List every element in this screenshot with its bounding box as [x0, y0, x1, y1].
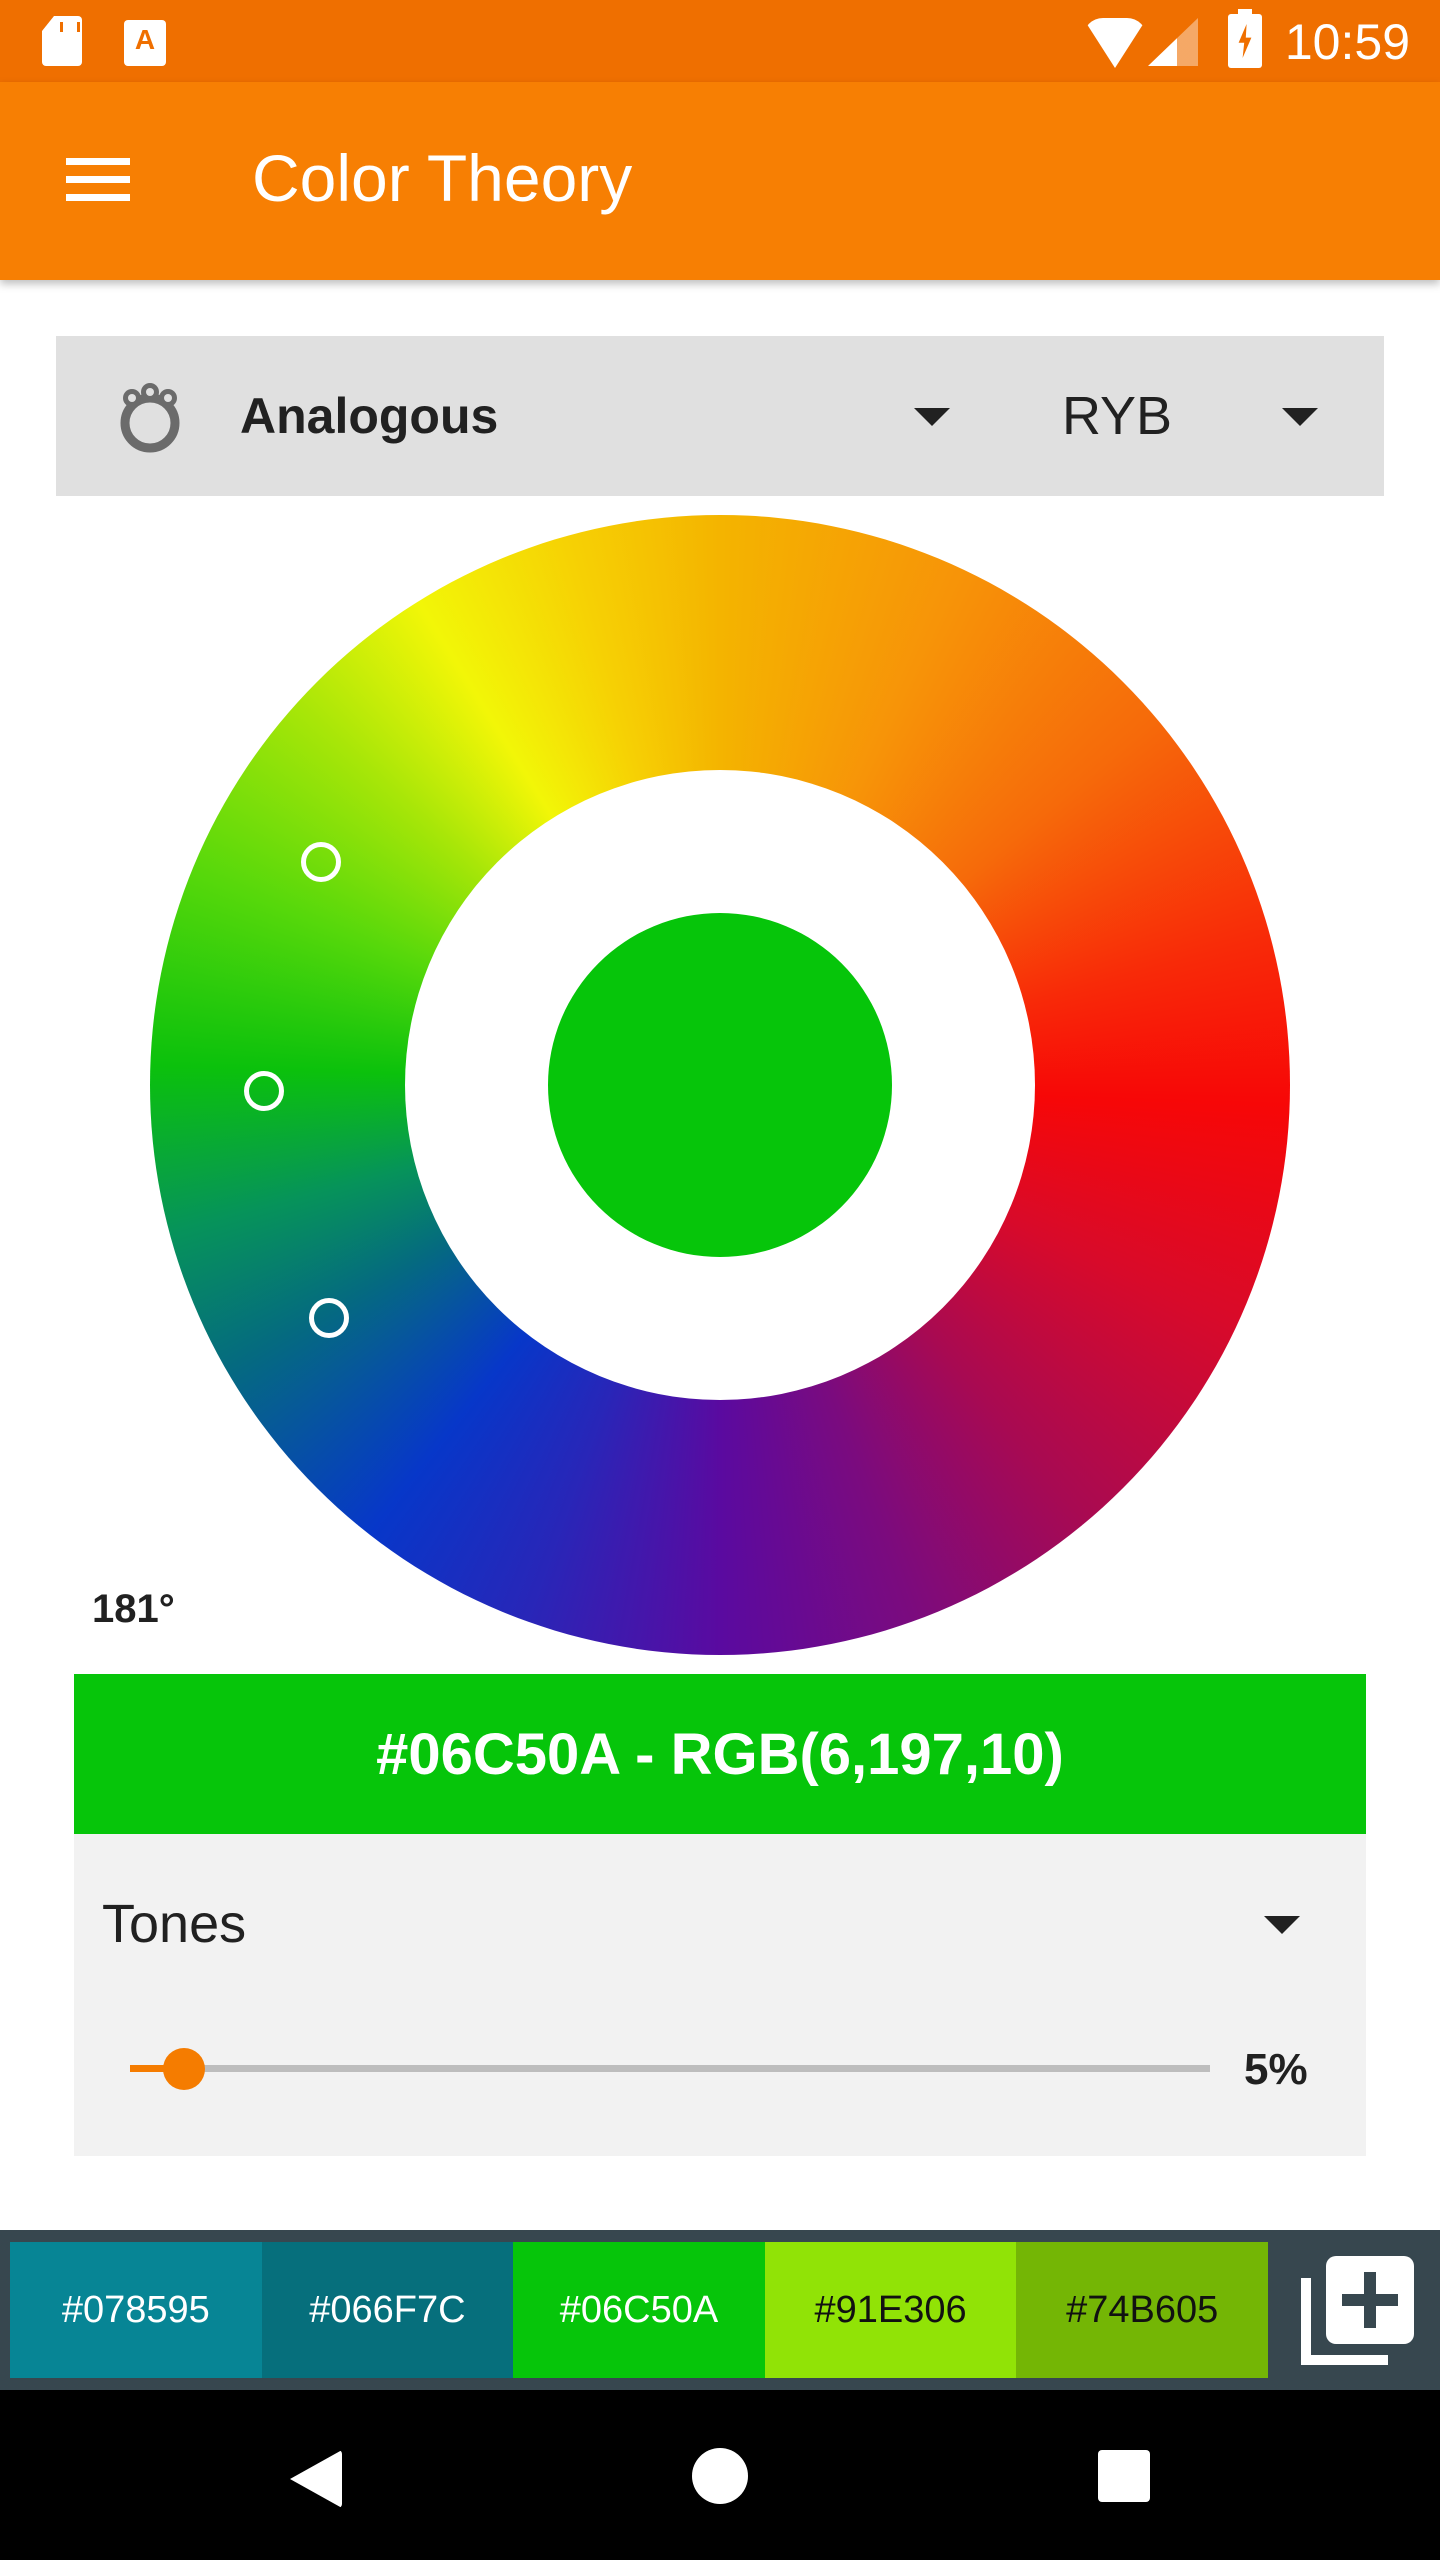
back-icon[interactable] — [290, 2450, 342, 2508]
tones-panel: Tones 5% — [74, 1834, 1366, 2156]
hue-angle-label: 181° — [92, 1587, 175, 1631]
recents-icon[interactable] — [1098, 2450, 1150, 2502]
color-marker[interactable] — [301, 842, 341, 882]
analogous-ring-icon — [120, 383, 180, 453]
slider-thumb[interactable] — [163, 2048, 205, 2090]
menu-line — [66, 176, 130, 183]
selected-color-disc — [548, 913, 892, 1257]
palette-swatch[interactable]: #06C50A — [513, 2242, 765, 2378]
color-model-label: RYB — [1062, 386, 1173, 446]
palette-bar: #078595 #066F7C #06C50A #91E306 #74B605 — [0, 2230, 1440, 2390]
status-bar: A 10:59 — [0, 0, 1440, 82]
color-info-text: #06C50A - RGB(6,197,10) — [376, 1721, 1064, 1787]
swatch-label: #078595 — [61, 2288, 210, 2331]
hamburger-menu-icon[interactable] — [56, 138, 136, 218]
app-title: Color Theory — [252, 141, 633, 215]
home-icon[interactable] — [692, 2448, 748, 2504]
palette-swatch[interactable]: #74B605 — [1016, 2242, 1268, 2378]
tones-label: Tones — [102, 1894, 247, 1954]
status-time: 10:59 — [1284, 14, 1410, 70]
app-bar: Color Theory — [0, 82, 1440, 280]
system-nav-bar — [0, 2390, 1440, 2560]
slider-track — [130, 2065, 1210, 2072]
scheme-dropdown-arrow-icon — [914, 408, 950, 426]
library-add-icon[interactable] — [1300, 2252, 1420, 2368]
battery-charging-icon — [1228, 9, 1262, 68]
menu-line — [66, 194, 130, 201]
color-model-arrow-icon — [1282, 408, 1318, 426]
swatch-label: #91E306 — [814, 2288, 967, 2331]
menu-line — [66, 158, 130, 165]
signal-icon — [1148, 18, 1198, 66]
tones-dropdown-arrow-icon — [1264, 1916, 1300, 1934]
palette-swatch[interactable]: #078595 — [10, 2242, 262, 2378]
scheme-selector-bar: Analogous RYB — [56, 336, 1384, 496]
swatch-label: #74B605 — [1066, 2288, 1219, 2331]
wifi-icon — [1083, 18, 1147, 68]
tones-value-label: 5% — [1244, 2045, 1308, 2094]
palette-swatches: #078595 #066F7C #06C50A #91E306 #74B605 — [10, 2242, 1268, 2378]
color-marker-base[interactable] — [244, 1071, 284, 1111]
scheme-selected-label: Analogous — [240, 388, 499, 444]
color-wheel — [150, 515, 1290, 1655]
sd-card-icon — [42, 16, 82, 66]
swatch-label: #066F7C — [309, 2288, 466, 2331]
palette-swatch[interactable]: #91E306 — [764, 2242, 1017, 2378]
color-marker[interactable] — [309, 1298, 349, 1338]
tones-slider[interactable] — [130, 2044, 1210, 2094]
swatch-label: #06C50A — [559, 2288, 719, 2331]
selected-color-info[interactable]: #06C50A - RGB(6,197,10) — [74, 1674, 1366, 1834]
tones-dropdown[interactable]: Tones — [74, 1864, 1366, 1974]
palette-swatch[interactable]: #066F7C — [261, 2242, 514, 2378]
a-notification-icon: A — [124, 20, 166, 66]
